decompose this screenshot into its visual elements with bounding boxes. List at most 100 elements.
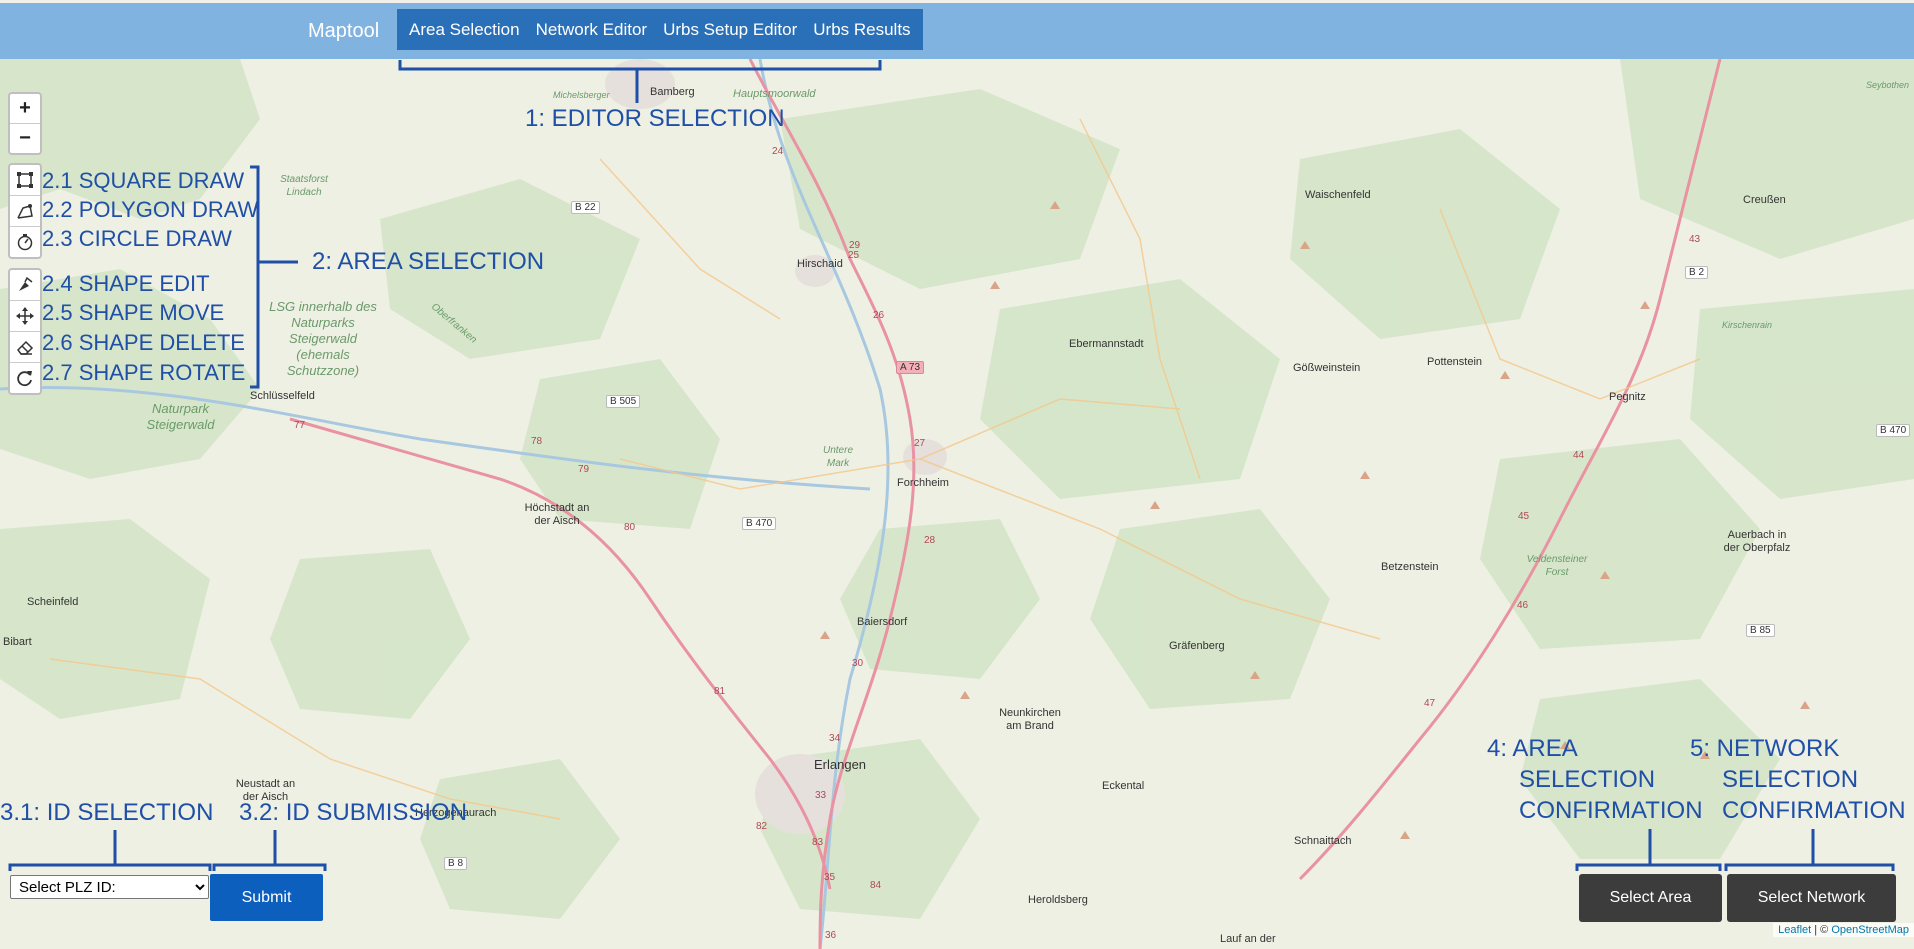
place-label: Pegnitz bbox=[1609, 391, 1646, 403]
place-label: Eckental bbox=[1102, 780, 1145, 792]
shape-delete-button[interactable] bbox=[10, 332, 40, 363]
place-label: Forchheim bbox=[897, 477, 949, 489]
place-label: Hirschaid bbox=[797, 258, 843, 270]
square-draw-icon bbox=[17, 172, 33, 188]
road-number: 44 bbox=[1573, 450, 1585, 461]
place-label: Bamberg bbox=[650, 86, 695, 98]
shape-move-icon bbox=[16, 307, 34, 325]
road-number: 83 bbox=[812, 837, 824, 848]
edit-toolbar bbox=[8, 268, 42, 395]
navbar: Maptool Area Selection Network Editor Ur… bbox=[0, 3, 1914, 59]
road-number: 45 bbox=[1518, 511, 1530, 522]
place-label: Creußen bbox=[1743, 194, 1786, 206]
place-label: Betzenstein bbox=[1381, 561, 1439, 573]
annotation-id-selection: 3.1: ID SELECTION bbox=[0, 799, 214, 826]
square-draw-button[interactable] bbox=[10, 165, 40, 196]
road-number: 78 bbox=[531, 436, 543, 447]
road-number: 29 bbox=[849, 240, 861, 251]
road-number: 35 bbox=[824, 872, 836, 883]
place-label: Staatsforst Lindach bbox=[280, 174, 328, 198]
circle-draw-button[interactable] bbox=[10, 227, 40, 257]
road-shield: B 2 bbox=[1685, 266, 1709, 279]
annotation-id-submission: 3.2: ID SUBMISSION bbox=[239, 799, 468, 826]
attribution-separator: | © bbox=[1811, 924, 1832, 936]
place-label: Seybothen bbox=[1866, 80, 1910, 90]
eraser-icon bbox=[17, 340, 34, 355]
zoom-control: + − bbox=[8, 92, 42, 155]
place-label: Untere Mark bbox=[822, 445, 853, 469]
draw-toolbar bbox=[8, 163, 42, 259]
place-label: Auerbach in der Oberpfalz bbox=[1723, 529, 1791, 554]
road-number: 84 bbox=[870, 880, 882, 891]
annotation-shape-edit: 2.4 SHAPE EDIT bbox=[42, 271, 210, 296]
road-shield: B 470 bbox=[742, 517, 777, 530]
annotation-area-confirm-2: SELECTION bbox=[1519, 766, 1656, 793]
road-number: 30 bbox=[852, 658, 864, 669]
place-label: Baiersdorf bbox=[857, 616, 908, 628]
annotation-shape-delete: 2.6 SHAPE DELETE bbox=[42, 330, 245, 355]
road-number: 81 bbox=[714, 686, 726, 697]
polygon-draw-button[interactable] bbox=[10, 196, 40, 227]
place-label: Schlüsselfeld bbox=[250, 390, 315, 402]
select-network-button[interactable]: Select Network bbox=[1727, 874, 1896, 922]
shape-edit-button[interactable] bbox=[10, 270, 40, 301]
road-number: 27 bbox=[914, 438, 926, 449]
leaflet-link[interactable]: Leaflet bbox=[1778, 924, 1811, 936]
shape-move-button[interactable] bbox=[10, 301, 40, 332]
circle-draw-icon bbox=[17, 234, 33, 251]
place-label: Veldensteiner Forst bbox=[1526, 554, 1588, 578]
place-label: Neunkirchen am Brand bbox=[999, 707, 1061, 732]
road-number: 79 bbox=[578, 464, 590, 475]
select-area-button[interactable]: Select Area bbox=[1579, 874, 1722, 922]
tab-area-selection[interactable]: Area Selection bbox=[401, 20, 528, 40]
road-number: 34 bbox=[829, 733, 841, 744]
annotation-polygon-draw: 2.2 POLYGON DRAW bbox=[42, 197, 259, 222]
editor-tabs: Area Selection Network Editor Urbs Setup… bbox=[397, 9, 923, 50]
road-number: 43 bbox=[1689, 234, 1701, 245]
annotation-network-confirm-2: SELECTION bbox=[1722, 766, 1859, 793]
place-label: Hauptsmoorwald bbox=[733, 88, 816, 100]
road-shield: B 470 bbox=[1876, 424, 1911, 437]
tab-urbs-setup-editor[interactable]: Urbs Setup Editor bbox=[655, 20, 805, 40]
place-label: Schnaittach bbox=[1294, 835, 1352, 847]
annotation-square-draw: 2.1 SQUARE DRAW bbox=[42, 168, 245, 193]
annotation-area-confirm-3: CONFIRMATION bbox=[1519, 797, 1703, 824]
tab-network-editor[interactable]: Network Editor bbox=[528, 20, 655, 40]
place-label: Gößweinstein bbox=[1293, 362, 1361, 374]
rotate-icon bbox=[17, 371, 32, 387]
place-label: Heroldsberg bbox=[1028, 894, 1088, 906]
shape-edit-icon bbox=[19, 276, 33, 291]
road-number: 28 bbox=[924, 535, 936, 546]
annotation-shape-rotate: 2.7 SHAPE ROTATE bbox=[42, 360, 246, 385]
road-number: 36 bbox=[825, 930, 837, 941]
place-label: Waischenfeld bbox=[1305, 189, 1371, 201]
shape-rotate-button[interactable] bbox=[10, 363, 40, 393]
place-label: Pottenstein bbox=[1427, 356, 1483, 368]
road-number: 80 bbox=[624, 522, 636, 533]
plz-id-select[interactable]: Select PLZ ID: bbox=[10, 875, 209, 899]
place-label: Bibart bbox=[3, 636, 32, 648]
osm-link[interactable]: OpenStreetMap bbox=[1831, 924, 1909, 936]
annotation-area-selection: 2: AREA SELECTION bbox=[312, 248, 545, 275]
submit-button[interactable]: Submit bbox=[210, 874, 323, 921]
road-number: 82 bbox=[756, 821, 768, 832]
zoom-out-button[interactable]: − bbox=[10, 124, 40, 153]
annotation-editor-selection: 1: EDITOR SELECTION bbox=[525, 105, 785, 132]
road-number: 47 bbox=[1424, 698, 1436, 709]
tab-urbs-results[interactable]: Urbs Results bbox=[805, 20, 918, 40]
road-shield: B 22 bbox=[571, 201, 600, 214]
zoom-in-button[interactable]: + bbox=[10, 94, 40, 124]
road-shield: B 8 bbox=[444, 857, 468, 870]
brand-title[interactable]: Maptool bbox=[308, 3, 379, 59]
annotation-circle-draw: 2.3 CIRCLE DRAW bbox=[42, 226, 232, 251]
annotation-network-confirm-1: 5: NETWORK bbox=[1690, 735, 1840, 762]
road-number: 33 bbox=[815, 790, 827, 801]
place-label: Scheinfeld bbox=[27, 596, 79, 608]
annotation-network-confirm-3: CONFIRMATION bbox=[1722, 797, 1906, 824]
place-label: LSG innerhalb des Naturparks Steigerwald… bbox=[269, 299, 377, 378]
road-shield: B 85 bbox=[1746, 624, 1775, 637]
road-number: 26 bbox=[873, 310, 885, 321]
place-label: Ebermannstadt bbox=[1069, 338, 1144, 350]
road-number: 24 bbox=[772, 146, 784, 157]
place-label: Michelsberger bbox=[553, 90, 610, 100]
